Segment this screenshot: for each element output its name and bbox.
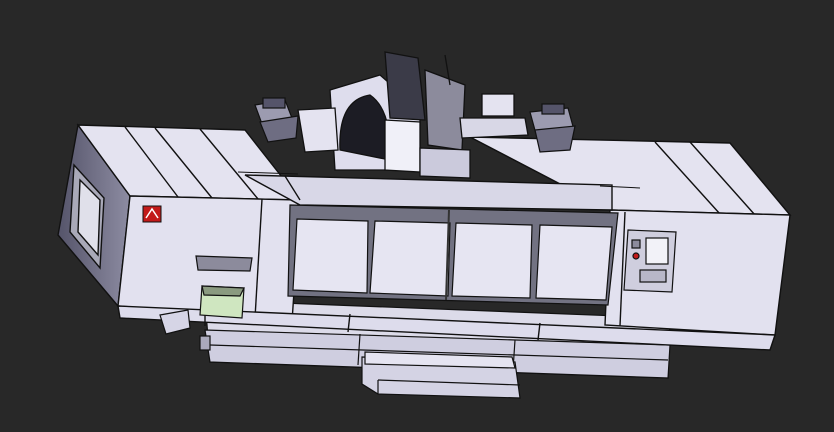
- cad-viewport[interactable]: [0, 0, 834, 432]
- machine-model: [57, 51, 792, 399]
- brand-logo-icon: [142, 205, 162, 223]
- door-3: [451, 222, 533, 299]
- left-axis-motor: [254, 97, 299, 143]
- control-panel: [623, 229, 677, 293]
- door-2: [369, 220, 451, 297]
- door-4: [535, 224, 613, 301]
- spindle-head: [297, 51, 529, 179]
- door-1: [292, 218, 369, 294]
- door-assembly: [287, 204, 619, 306]
- access-steps: [361, 351, 521, 399]
